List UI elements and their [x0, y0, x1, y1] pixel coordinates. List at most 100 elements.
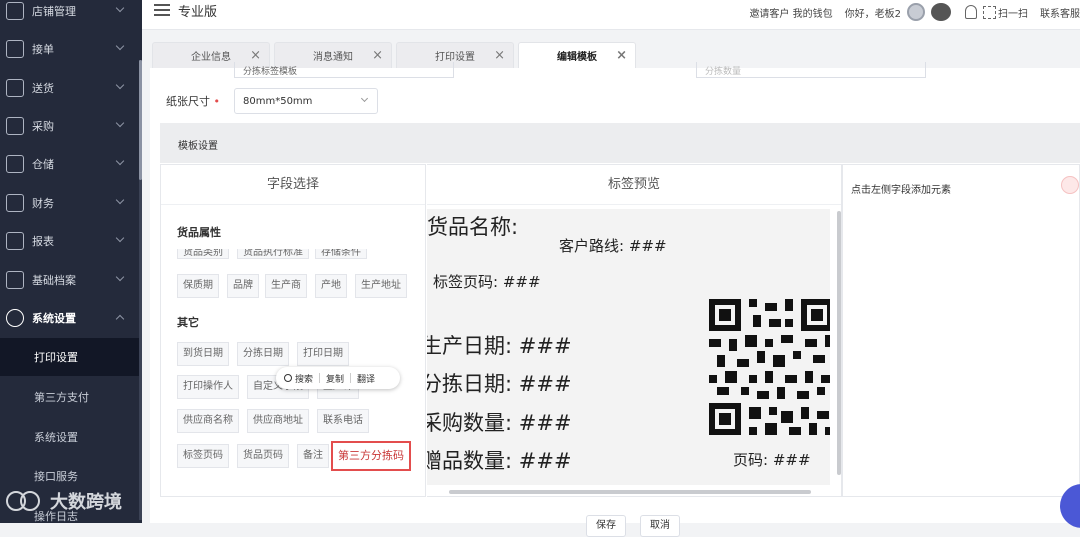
field-chip[interactable]: 货品执行标准 — [237, 249, 309, 259]
field-selection-title: 字段选择 — [161, 165, 425, 205]
sidebar-item-store[interactable]: 店铺管理 — [0, 0, 139, 30]
preview-vertical-scrollbar[interactable] — [837, 211, 841, 475]
close-icon[interactable]: × — [616, 48, 627, 63]
watermark-logo-icon — [6, 489, 44, 513]
sidebar-item-archive[interactable]: 基础档案 — [0, 261, 139, 299]
preview-gift-qty[interactable]: 赠品数量: ### — [427, 445, 572, 475]
group-title-other: 其它 — [177, 316, 199, 329]
field-chip[interactable]: 品牌 — [227, 274, 259, 298]
field-chip[interactable]: 供应商名称 — [177, 409, 239, 433]
main-content: 分拣标签模板 分拣数量 纸张尺寸 • 80mm*50mm 模板设置 字段选择 货… — [150, 62, 1080, 537]
order-icon — [6, 40, 24, 58]
paper-size-label: 纸张尺寸 • — [166, 93, 220, 109]
tab-label: 打印设置 — [435, 52, 475, 63]
sidebar-item-warehouse[interactable]: 仓储 — [0, 145, 139, 183]
close-icon[interactable]: × — [372, 48, 383, 63]
sidebar-subitem-print-settings[interactable]: 打印设置 — [0, 338, 139, 376]
template-name-input[interactable]: 分拣标签模板 — [234, 62, 454, 78]
contact-link[interactable]: 联系客服 — [1040, 5, 1080, 20]
chevron-down-icon — [360, 94, 369, 103]
preview-horizontal-scrollbar[interactable] — [449, 490, 811, 494]
sidebar-item-reports[interactable]: 报表 — [0, 222, 139, 260]
label-preview-title: 标签预览 — [427, 165, 841, 205]
field-chip[interactable]: 供应商地址 — [247, 409, 309, 433]
preview-page-no[interactable]: 页码: ### — [733, 449, 811, 470]
cloud-download-icon[interactable] — [931, 3, 951, 21]
field-chip[interactable]: 打印操作人 — [177, 375, 239, 399]
report-icon — [6, 232, 24, 250]
scan-icon[interactable] — [983, 5, 996, 19]
sidebar-item-finance[interactable]: 财务 — [0, 184, 139, 222]
preview-production-date[interactable]: 生产日期: ### — [427, 330, 572, 360]
tab-edit-template[interactable]: 编辑模板 × — [518, 42, 636, 68]
required-dot-icon: • — [213, 95, 221, 108]
save-button[interactable]: 保存 — [586, 515, 626, 537]
sidebar-item-system-settings[interactable]: 系统设置 — [0, 299, 139, 337]
sidebar-item-label: 送货 — [32, 82, 54, 95]
sidebar-item-delivery[interactable]: 送货 — [0, 69, 139, 107]
popup-copy[interactable]: 复制 — [326, 372, 344, 385]
divider — [350, 373, 352, 383]
popup-search[interactable]: 搜索 — [295, 372, 313, 385]
field-chip[interactable]: 生产地址 — [355, 274, 407, 298]
field-chip[interactable]: 打印日期 — [297, 342, 349, 366]
field-chip[interactable]: 联系电话 — [317, 409, 369, 433]
avatar[interactable] — [907, 3, 925, 21]
invite-wallet-links[interactable]: 邀请客户 我的钱包 — [749, 5, 832, 20]
field-chip[interactable]: 标签页码 — [177, 444, 229, 468]
field-chip[interactable]: 货品类别 — [177, 249, 229, 259]
chevron-down-icon — [115, 272, 125, 282]
gear-icon — [6, 309, 24, 327]
preview-purchase-qty[interactable]: 采购数量: ### — [427, 407, 572, 437]
sidebar-item-orders[interactable]: 接单 — [0, 30, 139, 68]
sidebar-item-label: 接单 — [32, 43, 54, 56]
sidebar-subitem-third-party-pay[interactable]: 第三方支付 — [0, 378, 139, 416]
paper-size-value: 80mm*50mm — [243, 96, 313, 107]
bell-icon[interactable] — [965, 5, 977, 19]
sidebar-item-label: 基础档案 — [32, 274, 76, 287]
field-chip[interactable]: 保质期 — [177, 274, 219, 298]
paper-size-select[interactable]: 80mm*50mm — [234, 88, 378, 114]
chevron-down-icon — [115, 195, 125, 205]
field-chip[interactable]: 分拣日期 — [237, 342, 289, 366]
chevron-up-icon — [115, 314, 125, 324]
paper-size-label-text: 纸张尺寸 — [166, 95, 210, 108]
preview-sort-date[interactable]: 分拣日期: ### — [427, 368, 572, 398]
field-chip[interactable]: 存储条件 — [315, 249, 367, 259]
close-icon[interactable]: × — [494, 48, 505, 63]
watermark-text: 大数跨境 — [50, 492, 122, 513]
tab-label: 消息通知 — [313, 52, 353, 63]
close-icon[interactable]: × — [250, 48, 261, 63]
group-title-goods: 货品属性 — [177, 226, 221, 239]
sidebar-item-purchase[interactable]: 采购 — [0, 107, 139, 145]
watermark: 大数跨境 — [6, 488, 122, 514]
field-chip[interactable]: 产地 — [315, 274, 347, 298]
field-chip[interactable]: 货品页码 — [237, 444, 289, 468]
menu-toggle-icon[interactable] — [154, 4, 170, 17]
chevron-down-icon — [115, 3, 125, 13]
field-chip[interactable]: 备注 — [297, 444, 329, 468]
qr-code-icon[interactable] — [709, 299, 830, 435]
label-preview-panel: 标签预览 货品名称: 客户路线: ### 标签页码: ### 生产日期: ###… — [427, 164, 842, 497]
preview-label-page[interactable]: 标签页码: ### — [433, 271, 541, 292]
field-selection-panel: 字段选择 货品属性 货品类别 货品执行标准 存储条件 保质期 品牌 生产商 产地… — [160, 164, 426, 497]
sidebar-item-label: 财务 — [32, 197, 54, 210]
trash-icon[interactable] — [1061, 176, 1079, 194]
sort-count-input[interactable]: 分拣数量 — [696, 62, 926, 78]
field-chip[interactable]: 到货日期 — [177, 342, 229, 366]
store-icon — [6, 2, 24, 20]
sidebar-item-label: 仓储 — [32, 158, 54, 171]
cancel-button[interactable]: 取消 — [640, 515, 680, 537]
chevron-down-icon — [115, 41, 125, 51]
label-preview-canvas[interactable]: 货品名称: 客户路线: ### 标签页码: ### 生产日期: ### 分拣日期… — [427, 209, 830, 485]
sidebar-subitem-system-settings[interactable]: 系统设置 — [0, 418, 139, 456]
scan-link[interactable]: 扫一扫 — [998, 5, 1028, 20]
field-chip[interactable]: 生产商 — [265, 274, 307, 298]
top-bar: 专业版 邀请客户 我的钱包 你好，老板2 扫一扫 联系客服 — [142, 0, 1080, 30]
field-chip-third-party-code[interactable]: 第三方分拣码 — [331, 441, 411, 471]
preview-goods-name[interactable]: 货品名称: — [427, 211, 518, 241]
delivery-icon — [6, 79, 24, 97]
preview-customer-route[interactable]: 客户路线: ### — [559, 235, 667, 256]
popup-translate[interactable]: 翻译 — [357, 372, 375, 385]
sidebar-scrollbar-thumb[interactable] — [139, 60, 142, 180]
